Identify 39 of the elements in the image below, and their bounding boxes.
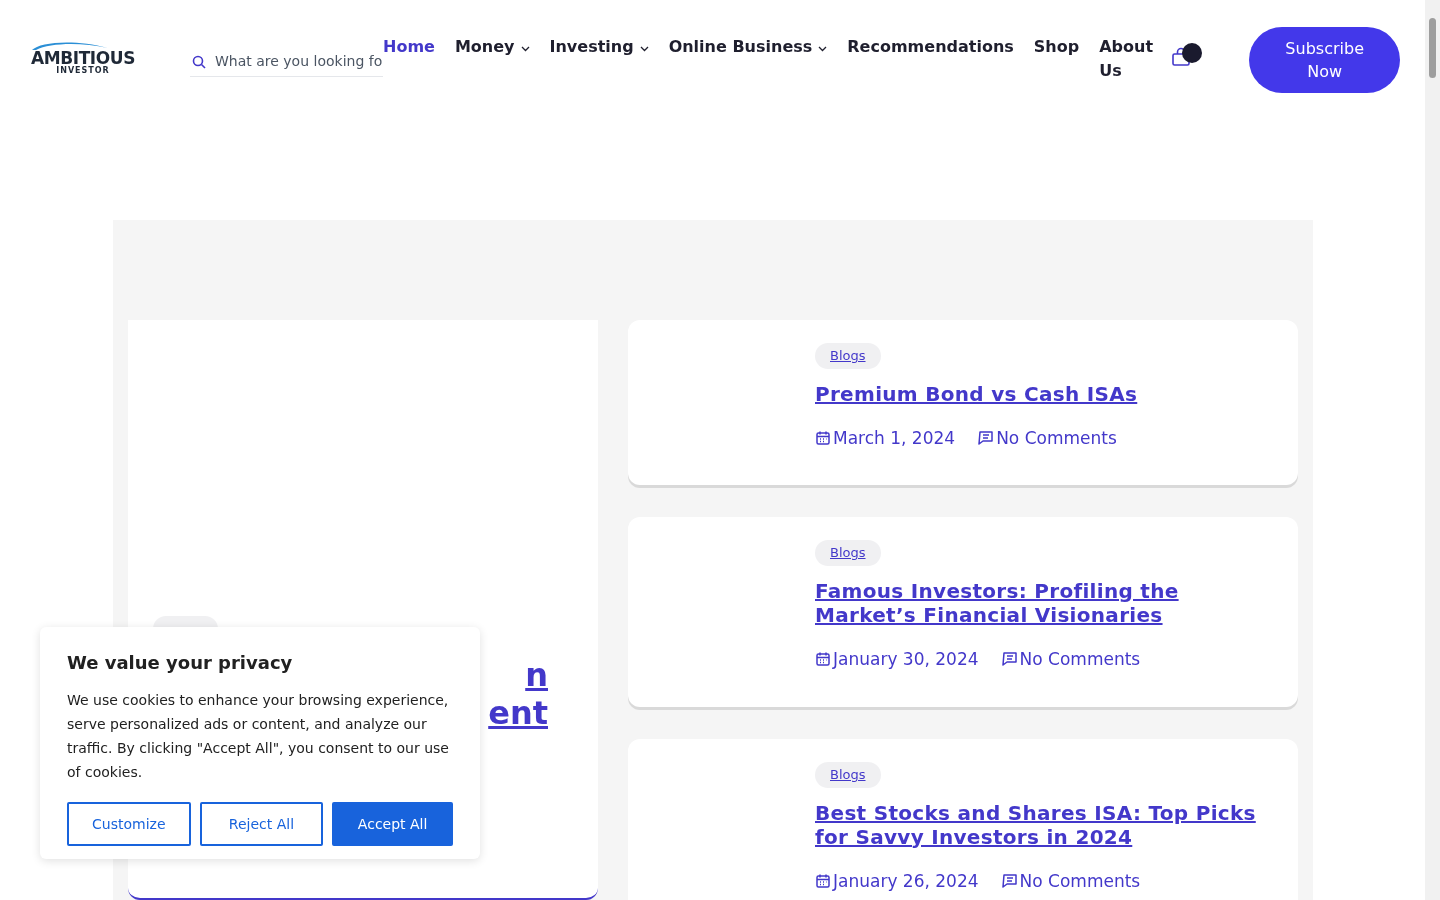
post-title[interactable]: Best Stocks and Shares ISA: Top Picks for Savvy Investors in 2024 [815,800,1278,849]
cookie-button[interactable]: Reject All [199,802,324,846]
post-date: January 30, 2024 [833,647,979,671]
post-card[interactable]: Blogs Best Stocks and Shares ISA: Top Picks for Savvy Investors in 2024 January 26, 2024 No Comments [628,739,1298,900]
calendar-icon [815,873,831,890]
comment-count: No Comments [1019,869,1141,893]
nav-link[interactable]: Money [454,35,530,59]
cookie-button[interactable]: Accept All [332,802,453,846]
comment-icon [977,430,995,447]
comment-icon [1000,873,1018,890]
search-icon [192,54,206,69]
nav-link[interactable]: Online Business [668,35,828,59]
nav-link[interactable]: Home [383,35,435,59]
category-tag[interactable]: Blogs [815,540,881,566]
calendar-icon [815,430,831,447]
category-tag[interactable]: Blogs [815,762,881,788]
nav-link[interactable]: Recommendations [847,35,1014,59]
post-title-fragment[interactable]: ent [488,694,548,732]
post-date: January 26, 2024 [833,869,979,893]
comment-count: No Comments [996,426,1117,450]
category-tag[interactable]: Blogs [815,343,881,369]
comment-icon [1000,651,1018,668]
post-card[interactable]: Blogs Famous Investors: Profiling the Market’s Financial Visionaries January 30, 2024 No Comments [628,517,1298,707]
nav-link[interactable]: Investing [549,35,649,59]
logo-tagline: INVESTOR [56,67,110,75]
post-title[interactable]: Premium Bond vs Cash ISAs [815,381,1278,406]
cart-badge [1182,43,1203,63]
calendar-icon [815,651,831,668]
nav-link[interactable]: Shop [1033,35,1080,59]
cookie-button[interactable]: Customize [67,802,191,846]
post-title[interactable]: Famous Investors: Profiling the Market’s Financial Visionaries [815,578,1278,627]
search-field[interactable]: What are you looking fo [190,47,383,77]
nav-link[interactable]: About Us [1099,35,1160,83]
comment-count: No Comments [1019,647,1141,671]
post-date: March 1, 2024 [833,426,956,450]
logo-name: AMBITIOUS [31,50,135,67]
post-title-fragment[interactable]: n [525,656,548,694]
subscribe-button[interactable]: Subscribe Now [1249,27,1401,93]
post-card[interactable]: Blogs Premium Bond vs Cash ISAs March 1, 2024 No Comments [628,320,1298,485]
